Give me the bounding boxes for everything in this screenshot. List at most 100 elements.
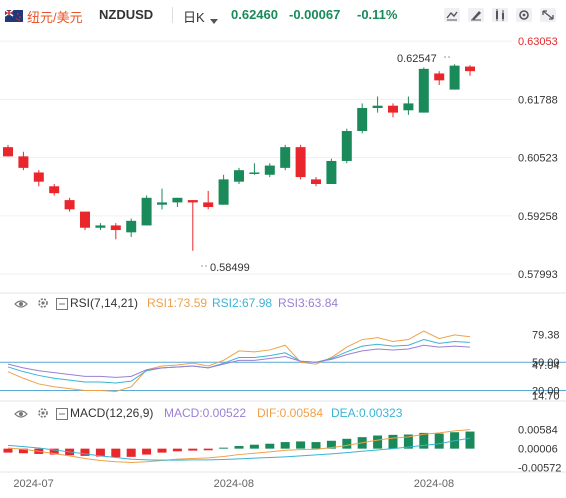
candle-up (249, 163, 260, 175)
candle-down (80, 211, 90, 231)
candle-body (203, 202, 214, 208)
macd-bar (234, 446, 244, 449)
candle-body (434, 73, 445, 81)
macd-bar (172, 448, 182, 452)
indicator-icon[interactable] (56, 297, 68, 315)
candle-down (110, 223, 121, 240)
candle-body (18, 156, 29, 168)
candle-body (80, 211, 90, 228)
candle-up (141, 195, 152, 226)
dea-value: DEA:0.00323 (331, 406, 403, 420)
price-tick-label: 0.59258 (518, 211, 558, 223)
candle-body (187, 200, 198, 203)
rsi1-value: RSI1:73.59 (147, 296, 208, 310)
rsi-axis: 79.3850.0047.0420.0014.70 (532, 329, 560, 402)
candle-up (126, 218, 137, 237)
gear-icon[interactable] (36, 296, 50, 315)
price-tick-label: 0.60523 (518, 153, 558, 165)
macd-axis: 0.00584 0.00006 -0.00572 (518, 424, 561, 474)
rsi-tick-label: 47.04 (532, 360, 560, 372)
macd-bar (373, 435, 383, 449)
macd-tick-label: 0.00006 (518, 443, 558, 455)
x-tick-label: 2024-08 (214, 478, 254, 490)
x-tick-label: 2024-08 (414, 478, 454, 490)
candle-up (218, 174, 229, 205)
rsi2-value: RSI2:67.98 (212, 296, 273, 310)
candle-body (295, 147, 306, 178)
candle-body (110, 225, 121, 231)
candle-body (172, 197, 183, 203)
candle-down (203, 190, 214, 210)
candlestick-series (3, 56, 475, 267)
rsi3-value: RSI3:63.84 (278, 296, 339, 310)
candle-body (357, 108, 368, 132)
macd-value: MACD:0.00522 (164, 406, 247, 420)
candle-up (449, 64, 460, 90)
macd-bar (465, 431, 475, 449)
candle-body (341, 131, 352, 161)
candle-body (249, 172, 260, 174)
candle-up (280, 144, 291, 171)
candle-body (264, 165, 275, 175)
eye-icon[interactable] (14, 297, 28, 315)
candle-body (403, 103, 414, 111)
low-annotation: 0.58499 (210, 262, 250, 274)
macd-label: MACD(12,26,9) (70, 406, 154, 420)
candle-body (95, 225, 106, 228)
macd-tick-label: -0.00572 (518, 462, 561, 474)
candle-down (465, 65, 475, 76)
x-axis: 2024-07 2024-08 2024-08 (13, 478, 454, 490)
candle-body (326, 160, 337, 184)
candle-body (33, 172, 44, 182)
macd-bar (419, 432, 429, 449)
candle-body (64, 200, 75, 210)
price-tick-label: 0.61788 (518, 94, 558, 106)
candle-down (187, 200, 198, 251)
rsi-label: RSI(7,14,21) (70, 296, 139, 310)
rsi-series (7, 330, 471, 393)
price-tick-label: 0.63053 (518, 36, 558, 48)
gear-icon[interactable] (36, 406, 50, 425)
macd-bar (434, 433, 444, 449)
macd-bar (296, 441, 306, 449)
macd-bar (142, 448, 152, 455)
candle-up (95, 223, 106, 231)
candle-down (49, 183, 60, 196)
candle-down (311, 177, 321, 187)
price-axis: 0.63053 0.61788 0.60523 0.59258 0.57993 (518, 36, 558, 281)
candle-down (434, 71, 445, 85)
macd-bar (126, 448, 136, 457)
chart-canvas[interactable]: 0.63053 0.61788 0.60523 0.59258 0.57993 0.62… (0, 0, 566, 498)
candle-body (157, 202, 167, 205)
candle-down (18, 151, 29, 171)
candle-body (465, 66, 475, 72)
macd-bar (203, 448, 213, 451)
rsi-tick-label: 79.38 (532, 329, 560, 341)
candle-body (141, 197, 152, 226)
eye-icon[interactable] (14, 407, 28, 425)
candle-down (64, 197, 75, 212)
indicator-icon[interactable] (56, 407, 68, 425)
macd-bar (342, 438, 352, 449)
high-annotation: 0.62547 (397, 53, 437, 65)
candle-down (295, 144, 306, 180)
rsi1-line (7, 330, 471, 393)
macd-bar (280, 442, 290, 449)
candle-up (172, 197, 183, 208)
candle-body (234, 170, 244, 182)
candle-up (341, 128, 352, 164)
candle-down (388, 103, 398, 118)
candle-body (311, 179, 321, 184)
candle-up (326, 158, 337, 184)
candle-body (372, 105, 383, 108)
macd-histogram (3, 431, 475, 458)
candle-body (218, 179, 229, 205)
macd-bar (219, 447, 229, 449)
candle-body (418, 68, 429, 113)
candle-body (449, 65, 460, 90)
macd-bar (3, 448, 13, 453)
price-tick-label: 0.57993 (518, 269, 558, 281)
candle-down (33, 170, 44, 187)
macd-tick-label: 0.00584 (518, 424, 558, 436)
macd-bar (249, 444, 259, 449)
